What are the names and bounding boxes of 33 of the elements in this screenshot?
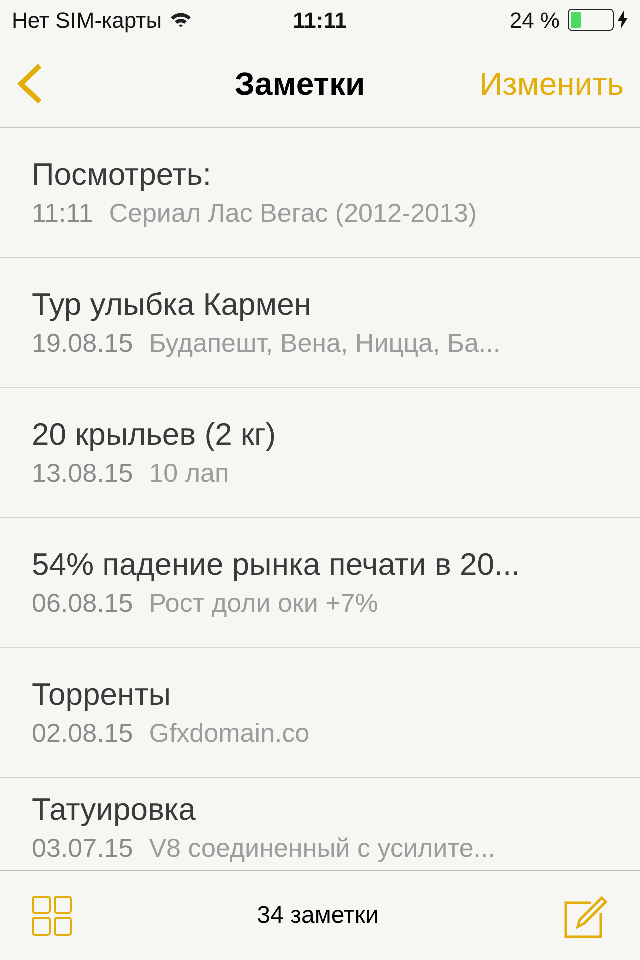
note-title: 54% падение рынка печати в 20... [32,546,522,584]
note-title: Татуировка [32,791,197,829]
note-date: 03.07.15 [32,832,134,865]
battery-icon [568,9,614,31]
note-row[interactable]: Тур улыбка Кармен 19.08.15 Будапешт, Вена, Ницца, Ба... [0,258,640,388]
note-snippet: Gfxdomain.co [149,716,310,750]
folders-grid-button[interactable] [32,896,72,936]
note-date: 02.08.15 [32,716,134,750]
note-row[interactable]: Посмотреть: 11:11 Сериал Лас Вегас (2012-2013) [0,128,640,258]
note-title: Тур улыбка Кармен [32,286,312,324]
note-snippet: 10 лап [149,456,230,490]
note-title: 20 крыльев (2 кг) [32,416,278,454]
note-row[interactable]: Татуировка 03.07.15 V8 соединенный с усилите... [0,778,640,866]
note-title: Торренты [32,676,172,714]
note-row[interactable]: 54% падение рынка печати в 20... 06.08.15 Рост доли оки +7% [0,518,640,648]
note-snippet: Сериал Лас Вегас (2012-2013) [109,196,478,230]
nav-title: Заметки [234,64,366,104]
chevron-left-icon [16,62,44,104]
note-date: 11:11 [32,196,94,230]
battery-text: 24 % [510,6,560,34]
note-date: 13.08.15 [32,456,134,490]
carrier-text: Нет SIM-карты [12,6,162,35]
clock-text: 11:11 [293,6,347,34]
note-date: 06.08.15 [32,586,134,620]
note-snippet: Рост доли оки +7% [149,586,378,620]
notes-count: 34 заметки [257,900,379,930]
note-row[interactable]: 20 крыльев (2 кг) 13.08.15 10 лап [0,388,640,518]
note-title: Посмотреть: [32,156,213,194]
note-snippet: Будапешт, Вена, Ницца, Ба... [149,326,501,360]
note-row[interactable]: Торренты 02.08.15 Gfxdomain.co [0,648,640,778]
wifi-icon [170,12,192,28]
note-snippet: V8 соединенный с усилите... [149,832,496,865]
note-date: 19.08.15 [32,326,134,360]
